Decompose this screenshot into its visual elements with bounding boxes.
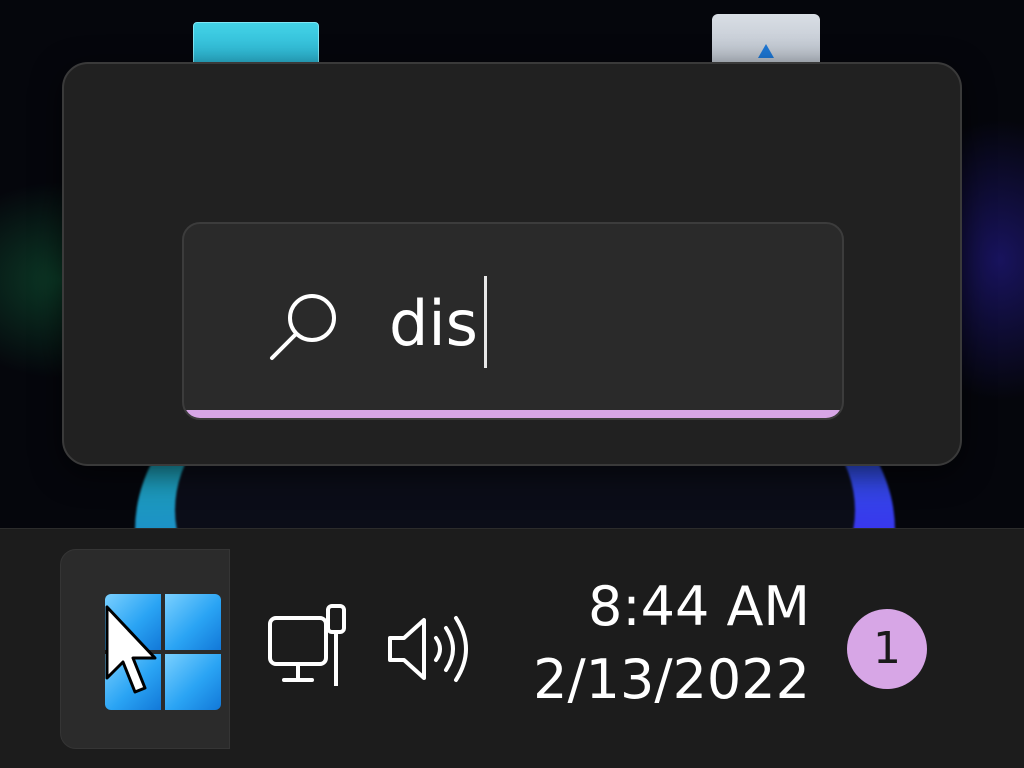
clock-time: 8:44 AM [588, 575, 810, 638]
search-icon [270, 294, 336, 360]
wired-network-icon[interactable] [266, 604, 352, 690]
desktop: 8:44 AM 2/13/2022 1 [0, 0, 1024, 768]
notification-badge[interactable]: 1 [847, 609, 927, 689]
clock-date: 2/13/2022 [533, 648, 810, 711]
search-flyout [62, 62, 962, 466]
recycle-symbol-icon [758, 44, 774, 58]
search-input[interactable] [389, 279, 809, 369]
mouse-pointer-icon [105, 605, 157, 694]
speaker-volume-icon[interactable] [386, 612, 476, 686]
search-focus-underline [184, 410, 842, 418]
taskbar-clock[interactable]: 8:44 AM 2/13/2022 [533, 572, 810, 718]
search-box[interactable] [182, 222, 844, 420]
text-caret [484, 276, 487, 368]
